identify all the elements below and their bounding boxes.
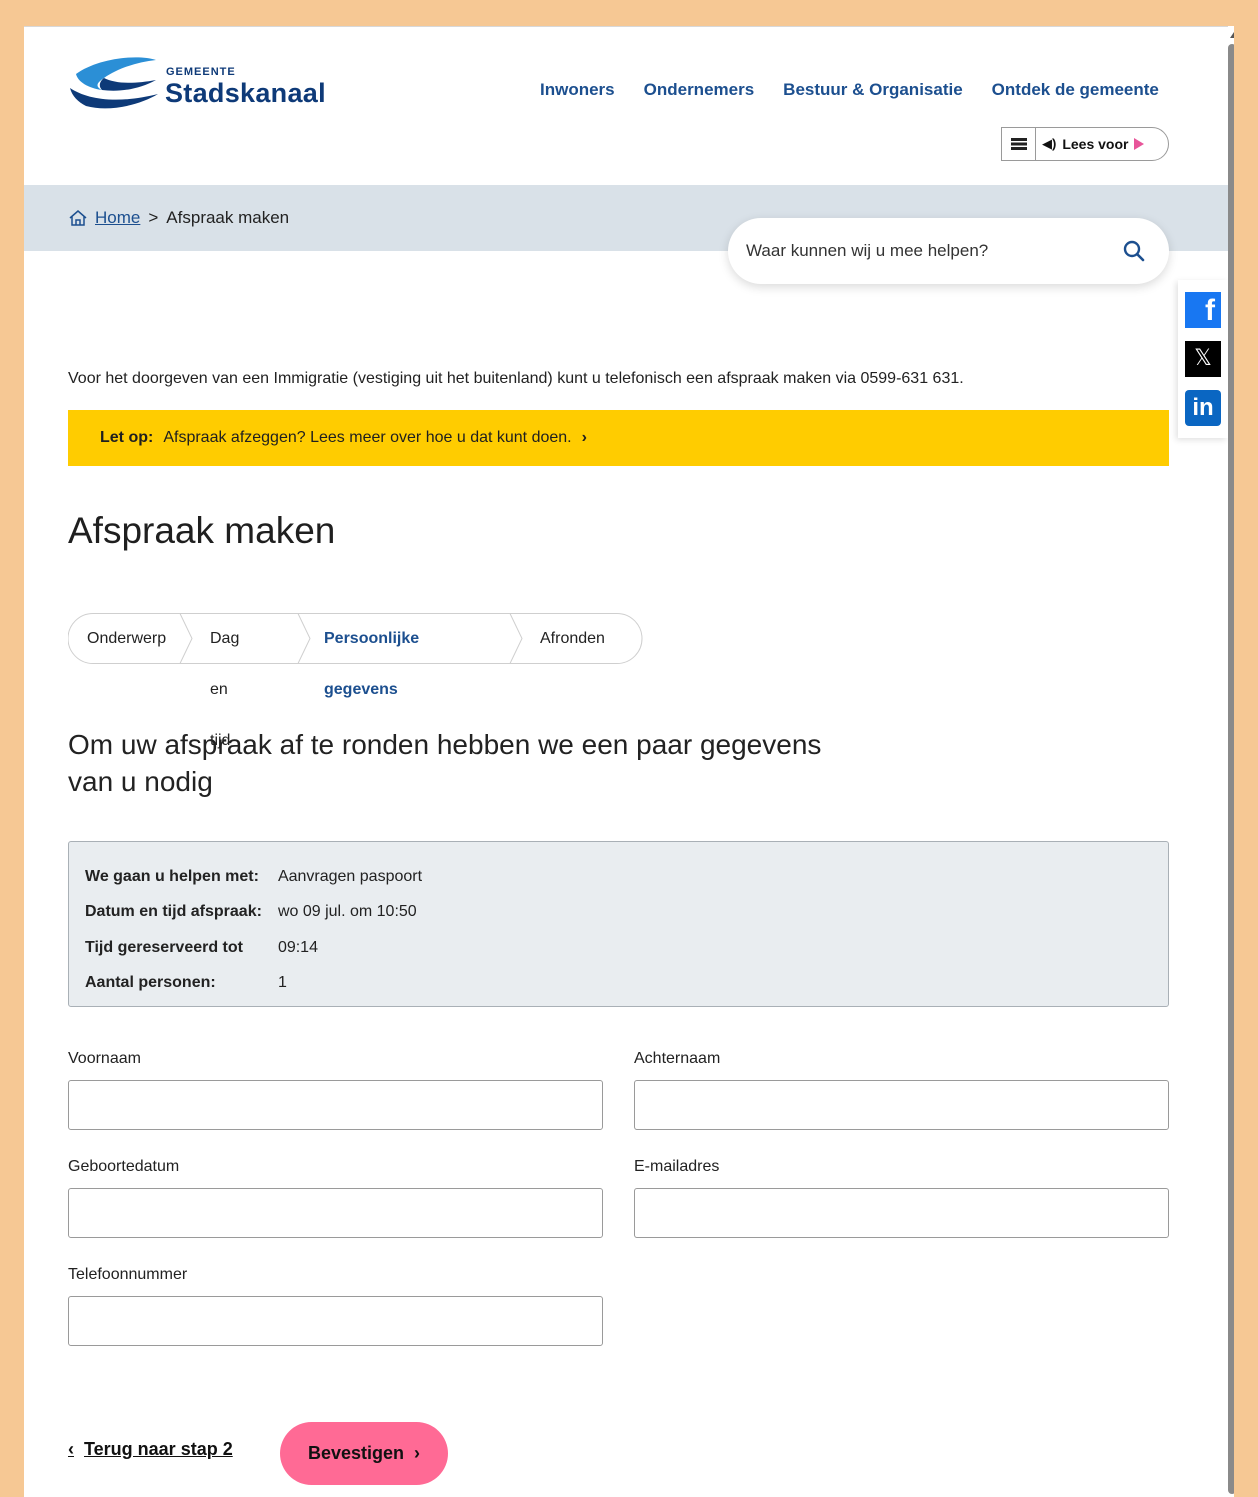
summary-value: 1	[277, 974, 287, 992]
breadcrumb-separator: >	[148, 208, 159, 227]
telefoon-label: Telefoonnummer	[68, 1266, 188, 1283]
achternaam-field-group: Achternaam	[634, 1050, 1169, 1130]
search-box	[728, 218, 1169, 284]
summary-value: Aanvragen paspoort	[277, 867, 423, 885]
step-onderwerp: Onderwerp	[87, 630, 167, 647]
summary-value: 09:14	[277, 938, 318, 956]
telefoon-field-group: Telefoonnummer	[68, 1266, 603, 1346]
chevron-right-icon: ›	[581, 429, 587, 446]
linkedin-icon[interactable]: in	[1185, 389, 1221, 426]
read-aloud-label: Lees voor	[1062, 136, 1129, 152]
back-to-step-2-link[interactable]: ‹ Terug naar stap 2	[68, 1439, 233, 1460]
appointment-summary: We gaan u helpen met: Aanvragen paspoort …	[68, 841, 1169, 1007]
geboortedatum-field-group: Geboortedatum	[68, 1158, 603, 1238]
email-field-group: E-mailadres	[634, 1158, 1169, 1238]
read-aloud-button[interactable]: ◀) Lees voor	[1036, 136, 1145, 152]
step-afronden: Afronden	[540, 630, 605, 647]
chevron-right-icon: ›	[414, 1443, 421, 1463]
summary-key: Tijd gereserveerd tot	[85, 938, 243, 956]
step-persoonlijke-gegevens: Persoonlijke gegevens	[324, 630, 420, 698]
logo-small-text: GEMEENTE	[166, 66, 236, 78]
summary-value: wo 09 jul. om 10:50	[277, 903, 417, 921]
breadcrumb: Home > Afspraak maken	[68, 208, 289, 228]
page-title: Afspraak maken	[68, 510, 336, 551]
nav-ontdek-de-gemeente[interactable]: Ontdek de gemeente	[992, 80, 1159, 100]
summary-row: Tijd gereserveerd tot 09:14	[85, 930, 422, 966]
summary-row: We gaan u helpen met: Aanvragen paspoort	[85, 859, 422, 895]
geboortedatum-input[interactable]	[68, 1188, 603, 1238]
breadcrumb-current: Afspraak maken	[166, 208, 290, 227]
achternaam-label: Achternaam	[634, 1050, 721, 1067]
site-logo[interactable]: GEMEENTE Stadskanaal	[68, 54, 338, 114]
top-divider	[24, 26, 1228, 27]
browser-viewport: GEMEENTE Stadskanaal Inwoners Ondernemer…	[24, 26, 1234, 1497]
home-icon	[69, 210, 87, 226]
scrollbar-thumb[interactable]	[1228, 44, 1234, 1494]
menu-icon	[1010, 138, 1027, 150]
search-icon[interactable]	[1123, 240, 1145, 262]
scroll-up-icon[interactable]	[1230, 32, 1234, 38]
facebook-icon[interactable]: f	[1185, 292, 1221, 329]
intro-text: Voor het doorgeven van een Immigratie (v…	[68, 370, 964, 387]
back-label: Terug naar stap 2	[84, 1439, 233, 1459]
email-input[interactable]	[634, 1188, 1169, 1238]
notice-link[interactable]: Afspraak afzeggen? Lees meer over hoe u …	[163, 429, 571, 447]
telefoon-input[interactable]	[68, 1296, 603, 1346]
main-navigation: Inwoners Ondernemers Bestuur & Organisat…	[540, 80, 1159, 100]
form-heading: Om uw afspraak af te ronden hebben we ee…	[68, 729, 822, 797]
chevron-left-icon: ‹	[68, 1439, 74, 1459]
x-icon[interactable]: 𝕏	[1185, 340, 1221, 377]
summary-row: Aantal personen: 1	[85, 966, 422, 1002]
confirm-button[interactable]: Bevestigen ›	[280, 1422, 448, 1485]
summary-key: Aantal personen:	[85, 974, 216, 992]
speaker-icon: ◀)	[1042, 136, 1057, 151]
summary-key: We gaan u helpen met:	[85, 867, 259, 885]
voornaam-input[interactable]	[68, 1080, 603, 1130]
email-label: E-mailadres	[634, 1158, 720, 1175]
logo-name: Stadskanaal	[165, 78, 326, 108]
geboortedatum-label: Geboortedatum	[68, 1158, 180, 1175]
breadcrumb-home-link[interactable]: Home	[95, 208, 140, 228]
achternaam-input[interactable]	[634, 1080, 1169, 1130]
logo-wave-icon	[70, 57, 158, 109]
reader-menu-button[interactable]	[1002, 128, 1036, 160]
confirm-label: Bevestigen	[307, 1443, 405, 1463]
nav-bestuur-organisatie[interactable]: Bestuur & Organisatie	[783, 80, 963, 100]
notice-banner: Let op: Afspraak afzeggen? Lees meer ove…	[68, 410, 1169, 466]
nav-ondernemers[interactable]: Ondernemers	[644, 80, 755, 100]
summary-row: Datum en tijd afspraak: wo 09 jul. om 10:…	[85, 895, 422, 931]
voornaam-label: Voornaam	[68, 1050, 141, 1067]
summary-key: Datum en tijd afspraak:	[85, 903, 262, 921]
notice-label: Let op:	[100, 429, 154, 446]
read-aloud-widget: ◀) Lees voor	[1001, 127, 1169, 161]
nav-inwoners[interactable]: Inwoners	[540, 80, 615, 100]
summary-table: We gaan u helpen met: Aanvragen paspoort …	[85, 859, 422, 1001]
step-dag-en-tijd: Dag en tijd	[210, 630, 240, 749]
social-share-bar: f 𝕏 in	[1178, 280, 1228, 438]
search-input[interactable]	[746, 241, 1086, 261]
voornaam-field-group: Voornaam	[68, 1050, 603, 1130]
play-icon	[1134, 138, 1145, 150]
